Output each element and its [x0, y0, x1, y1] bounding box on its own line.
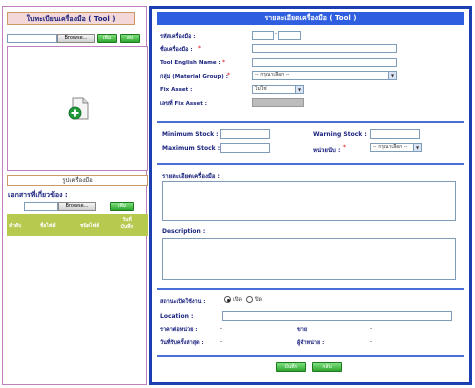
col-filename: ชื่อไฟล์ — [40, 223, 56, 229]
section-divider — [157, 355, 464, 357]
max-stock-field[interactable] — [220, 143, 270, 153]
status-label: สถานะเปิดใช้งาน : — [160, 299, 206, 305]
group-select[interactable]: -- กรุณาเลือก -- ▼ — [252, 71, 397, 80]
group-select-value: -- กรุณาเลือก -- — [255, 72, 290, 78]
left-title: ใบทะเบียนเครื่องมือ ( Tool ) — [7, 12, 135, 25]
col-date: วันที่ บันทึก — [120, 217, 134, 230]
section-divider — [157, 163, 464, 165]
receive-date-label: วันที่รับครั้งล่าสุด : — [160, 340, 204, 346]
tool-code-dash: - — [275, 30, 278, 37]
description-label: Description : — [162, 228, 206, 235]
col-filetype: ชนิดไฟล์ — [80, 223, 100, 229]
image-add-button[interactable]: เพิ่ม — [97, 34, 117, 43]
tool-code-field[interactable] — [252, 31, 274, 40]
buy-label: ขาย — [297, 327, 308, 333]
min-stock-label: Minimum Stock : — [162, 131, 219, 138]
col-order: ลำดับ — [9, 223, 22, 229]
unit-price-value: - — [220, 325, 223, 332]
fix-asset-no-field — [252, 98, 304, 107]
section-divider — [157, 288, 464, 290]
unit-select-value: -- กรุณาเลือก -- — [373, 144, 408, 150]
warning-stock-label: Warning Stock : — [313, 131, 367, 138]
description-textarea[interactable] — [162, 238, 456, 280]
location-field[interactable] — [222, 311, 452, 321]
fix-asset-no-label: เลขที่ Fix Asset : — [160, 101, 207, 107]
docs-table-header: ลำดับ ชื่อไฟล์ ชนิดไฟล์ วันที่ บันทึก — [7, 214, 148, 236]
required-mark: * — [227, 72, 230, 79]
min-stock-field[interactable] — [220, 129, 270, 139]
docs-title: เอกสารที่เกี่ยวข้อง : — [8, 191, 68, 199]
status-open-radio[interactable] — [224, 296, 231, 303]
image-browse-button[interactable]: Browse... — [57, 34, 95, 43]
right-title: รายละเอียดเครื่องมือ ( Tool ) — [157, 12, 464, 25]
docs-add-button[interactable]: เพิ่ม — [110, 202, 134, 211]
tool-code-field-2[interactable] — [278, 31, 301, 40]
tool-code-label: รหัสเครื่องมือ : — [160, 34, 196, 40]
back-button[interactable]: กลับ — [312, 362, 342, 372]
tool-name-label: ชื่อเครื่องมือ : — [160, 47, 193, 53]
location-label: Location : — [160, 313, 194, 320]
status-open-label: เปิด — [233, 297, 242, 303]
status-close-label: ปิด — [255, 297, 263, 303]
required-mark: * — [222, 59, 225, 66]
image-delete-button[interactable]: ลบ — [120, 34, 140, 43]
detail-textarea[interactable] — [162, 181, 456, 221]
tool-name-field[interactable] — [252, 44, 397, 53]
section-divider — [157, 121, 464, 123]
unit-select[interactable]: -- กรุณาเลือก -- ▼ — [370, 143, 422, 152]
tool-english-field[interactable] — [252, 58, 397, 67]
supplier-label: ผู้จำหน่าย : — [297, 340, 325, 346]
receive-date-value: - — [220, 338, 223, 345]
chevron-down-icon[interactable]: ▼ — [388, 72, 396, 79]
buy-value: - — [370, 325, 373, 332]
fix-asset-label: Fix Asset : — [160, 87, 193, 93]
tool-english-label: Tool English Name : — [160, 60, 221, 66]
chevron-down-icon[interactable]: ▼ — [295, 86, 303, 93]
fix-asset-select[interactable]: ไม่ใช่ ▼ — [252, 85, 304, 94]
radio-dot-icon — [226, 298, 230, 302]
fix-asset-select-value: ไม่ใช่ — [255, 86, 267, 92]
required-mark: * — [343, 144, 346, 151]
docs-file-input[interactable] — [24, 202, 58, 211]
detail-label: รายละเอียดเครื่องมือ : — [162, 173, 220, 180]
unit-label: หน่วยนับ : — [313, 147, 341, 154]
group-label: กลุ่ม (Material Group) : — [160, 74, 228, 80]
unit-price-label: ราคาต่อหน่วย : — [160, 327, 198, 333]
max-stock-label: Maximum Stock : — [162, 145, 221, 152]
warning-stock-field[interactable] — [370, 129, 420, 139]
chevron-down-icon[interactable]: ▼ — [413, 144, 421, 151]
supplier-value: - — [370, 338, 373, 345]
add-image-icon[interactable] — [68, 97, 90, 121]
required-mark: * — [198, 45, 201, 52]
status-close-radio[interactable] — [246, 296, 253, 303]
image-file-input[interactable] — [7, 34, 57, 43]
tool-image-area[interactable] — [7, 46, 148, 171]
save-button[interactable]: บันทึก — [276, 362, 306, 372]
image-caption: รูปเครื่องมือ — [7, 175, 148, 186]
docs-browse-button[interactable]: Browse... — [58, 202, 96, 211]
